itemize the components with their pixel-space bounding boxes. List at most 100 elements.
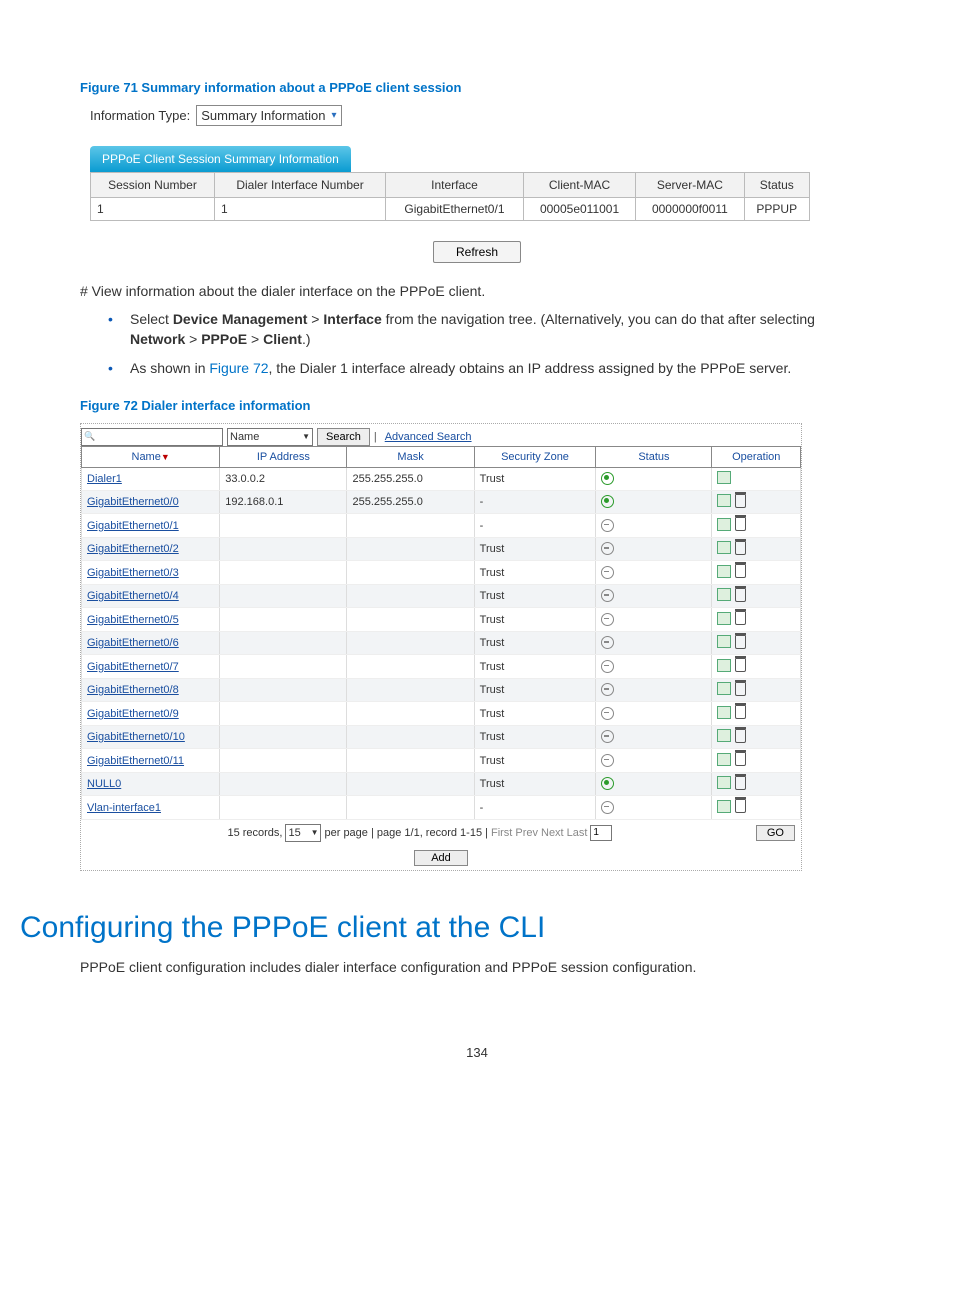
information-type-select[interactable]: Summary Information ▾ — [196, 105, 341, 126]
trash-icon[interactable] — [735, 564, 746, 578]
interface-link[interactable]: GigabitEthernet0/9 — [87, 708, 179, 720]
interface-link[interactable]: GigabitEthernet0/6 — [87, 637, 179, 649]
table-row: GigabitEthernet0/5Trust — [82, 608, 801, 632]
view-info-text: # View information about the dialer inte… — [80, 283, 874, 299]
information-type-label: Information Type: — [90, 108, 190, 123]
edit-icon[interactable] — [717, 612, 731, 625]
trash-icon[interactable] — [735, 682, 746, 696]
edit-icon[interactable] — [717, 541, 731, 554]
advanced-search-link[interactable]: Advanced Search — [385, 431, 472, 443]
edit-icon[interactable] — [717, 753, 731, 766]
trash-icon[interactable] — [735, 611, 746, 625]
status-down-icon — [601, 707, 614, 720]
status-down-icon — [601, 683, 614, 696]
edit-icon[interactable] — [717, 729, 731, 742]
interface-link[interactable]: GigabitEthernet0/2 — [87, 543, 179, 555]
search-button[interactable]: Search — [317, 428, 370, 446]
chevron-down-icon: ▼ — [311, 828, 319, 837]
interface-link[interactable]: GigabitEthernet0/3 — [87, 567, 179, 579]
status-down-icon — [601, 660, 614, 673]
table-row: GigabitEthernet0/7Trust — [82, 655, 801, 679]
table-row: GigabitEthernet0/1- — [82, 514, 801, 538]
trash-icon[interactable] — [735, 588, 746, 602]
per-page-select[interactable]: 15 ▼ — [285, 824, 321, 842]
col-operation: Operation — [712, 446, 801, 467]
go-button[interactable]: GO — [756, 825, 795, 841]
edit-icon[interactable] — [717, 776, 731, 789]
cell-status: PPPUP — [744, 198, 809, 221]
trash-icon[interactable] — [735, 776, 746, 790]
table-row: Vlan-interface1- — [82, 796, 801, 820]
edit-icon[interactable] — [717, 565, 731, 578]
table-row: GigabitEthernet0/6Trust — [82, 631, 801, 655]
status-down-icon — [601, 613, 614, 626]
search-input[interactable] — [81, 428, 223, 446]
table-row: GigabitEthernet0/3Trust — [82, 561, 801, 585]
pager-next[interactable]: Next — [541, 827, 564, 839]
col-interface: Interface — [386, 173, 524, 198]
col-mask[interactable]: Mask — [347, 446, 474, 467]
interface-link[interactable]: Dialer1 — [87, 473, 122, 485]
trash-icon[interactable] — [735, 541, 746, 555]
edit-icon[interactable] — [717, 471, 731, 484]
status-down-icon — [601, 730, 614, 743]
edit-icon[interactable] — [717, 494, 731, 507]
trash-icon[interactable] — [735, 494, 746, 508]
status-down-icon — [601, 519, 614, 532]
interface-link[interactable]: Vlan-interface1 — [87, 802, 161, 814]
pager-goto-input[interactable] — [590, 825, 612, 841]
interface-link[interactable]: GigabitEthernet0/7 — [87, 661, 179, 673]
edit-icon[interactable] — [717, 588, 731, 601]
trash-icon[interactable] — [735, 658, 746, 672]
edit-icon[interactable] — [717, 659, 731, 672]
col-ip[interactable]: IP Address — [220, 446, 347, 467]
figure71-caption: Figure 71 Summary information about a PP… — [80, 80, 874, 95]
col-zone[interactable]: Security Zone — [474, 446, 596, 467]
status-down-icon — [601, 754, 614, 767]
pager: 15 records, 15 ▼ per page | page 1/1, re… — [81, 820, 801, 846]
edit-icon[interactable] — [717, 682, 731, 695]
interface-link[interactable]: GigabitEthernet0/0 — [87, 496, 179, 508]
status-down-icon — [601, 636, 614, 649]
interface-link[interactable]: GigabitEthernet0/4 — [87, 590, 179, 602]
cell-server-mac: 0000000f0011 — [636, 198, 744, 221]
interface-link[interactable]: NULL0 — [87, 778, 121, 790]
interface-table: Name▼ IP Address Mask Security Zone Stat… — [81, 446, 801, 820]
trash-icon[interactable] — [735, 752, 746, 766]
trash-icon[interactable] — [735, 705, 746, 719]
edit-icon[interactable] — [717, 635, 731, 648]
pager-last[interactable]: Last — [567, 827, 588, 839]
edit-icon[interactable] — [717, 800, 731, 813]
status-down-icon — [601, 566, 614, 579]
session-row: 1 1 GigabitEthernet0/1 00005e011001 0000… — [91, 198, 810, 221]
trash-icon[interactable] — [735, 635, 746, 649]
col-name[interactable]: Name▼ — [82, 446, 220, 467]
pager-prev[interactable]: Prev — [515, 827, 538, 839]
edit-icon[interactable] — [717, 518, 731, 531]
edit-icon[interactable] — [717, 706, 731, 719]
figure72-caption: Figure 72 Dialer interface information — [80, 398, 874, 413]
status-up-icon — [601, 777, 614, 790]
table-row: NULL0Trust — [82, 772, 801, 796]
interface-link[interactable]: GigabitEthernet0/10 — [87, 731, 185, 743]
bullet-2: As shown in Figure 72, the Dialer 1 inte… — [100, 358, 874, 378]
interface-link[interactable]: GigabitEthernet0/8 — [87, 684, 179, 696]
bullet-1: Select Device Management > Interface fro… — [100, 309, 874, 350]
figure72-link[interactable]: Figure 72 — [209, 360, 268, 376]
information-type-row: Information Type: Summary Information ▾ — [90, 105, 874, 126]
trash-icon[interactable] — [735, 799, 746, 813]
add-button[interactable]: Add — [414, 850, 468, 866]
trash-icon[interactable] — [735, 517, 746, 531]
status-up-icon — [601, 495, 614, 508]
cell-client-mac: 00005e011001 — [523, 198, 635, 221]
refresh-button[interactable]: Refresh — [433, 241, 521, 263]
interface-link[interactable]: GigabitEthernet0/11 — [87, 755, 184, 767]
interface-link[interactable]: GigabitEthernet0/5 — [87, 614, 179, 626]
section-heading: Configuring the PPPoE client at the CLI — [20, 911, 874, 945]
information-type-value: Summary Information — [201, 108, 325, 123]
col-status[interactable]: Status — [596, 446, 712, 467]
pager-first[interactable]: First — [491, 827, 512, 839]
search-field-select[interactable]: Name ▼ — [227, 428, 313, 446]
trash-icon[interactable] — [735, 729, 746, 743]
interface-link[interactable]: GigabitEthernet0/1 — [87, 520, 179, 532]
